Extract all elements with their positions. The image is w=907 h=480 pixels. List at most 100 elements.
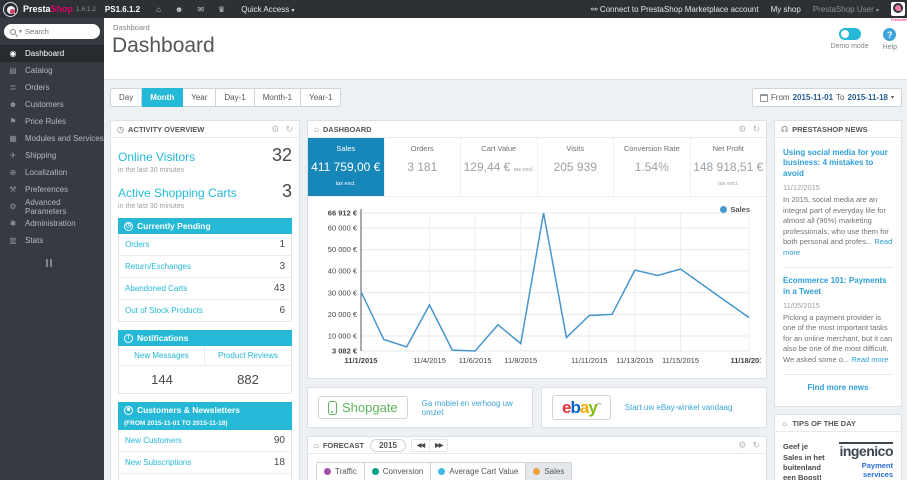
sidebar-item-preferences[interactable]: ⚒ Preferences [0, 181, 104, 198]
online-visitors-link[interactable]: Online Visitors [118, 150, 195, 164]
returns-link[interactable]: Return/Exchanges [125, 262, 191, 271]
gear-icon: ⚙ [9, 202, 17, 211]
sidebar-item-customers[interactable]: ☻ Customers [0, 96, 104, 113]
list-item: Total Subscribers1308 [119, 474, 291, 480]
svg-text:11/15/2015: 11/15/2015 [662, 356, 699, 365]
rss-icon: ☊ [781, 124, 789, 134]
sidebar-item-price-rules[interactable]: ⚑ Price Rules [0, 113, 104, 130]
sidebar-item-label: Shipping [25, 151, 57, 160]
notifications-header: ! Notifications [118, 330, 292, 346]
demo-mode-toggle[interactable] [838, 28, 861, 40]
my-shop-link[interactable]: My shop [771, 5, 801, 14]
kpi-conversion-rate[interactable]: Conversion Rate 1.54% [614, 138, 691, 196]
shopgate-logo[interactable]: Shopgate [318, 396, 408, 419]
kpi-cart-value[interactable]: Cart Value 129,44 € tax excl. [461, 138, 538, 196]
kpi-net-profit[interactable]: Net Profit 148 918,51 € tax excl. [691, 138, 767, 196]
section-title: Notifications [137, 333, 189, 343]
new-customers-link[interactable]: New Customers [125, 436, 182, 445]
sidebar-item-dashboard[interactable]: ◉ Dashboard [0, 45, 104, 62]
demo-mode-label: Demo mode [830, 43, 869, 50]
date-range-picker[interactable]: From 2015-11-01 To 2015-11-18 ▾ [751, 88, 902, 107]
quick-access-menu[interactable]: Quick Access ▾ [241, 5, 294, 14]
sidebar-item-localization[interactable]: ⊕ Localization [0, 164, 104, 181]
forecast-year[interactable]: 2015 [370, 438, 406, 452]
abandoned-carts-link[interactable]: Abandoned Carts [125, 284, 187, 293]
refresh-icon[interactable]: ↻ [752, 440, 760, 451]
user-menu[interactable]: PrestaShop User ▾ [813, 5, 879, 14]
article-title-link[interactable]: Ecommerce 101: Payments in a Tweet [783, 276, 893, 297]
range-month-button[interactable]: Month [142, 88, 184, 107]
brand-name[interactable]: PrestaShop [23, 4, 73, 14]
trophy-icon[interactable]: ♛ [218, 5, 225, 14]
help-icon[interactable]: ? [883, 28, 897, 41]
person-icon: ☻ [124, 405, 133, 415]
forecast-traffic-button[interactable]: Traffic [316, 462, 365, 480]
out-of-stock-link[interactable]: Out of Stock Products [125, 306, 203, 315]
forecast-nav: ◀◀ ▶▶ [410, 438, 449, 452]
range-year-1-button[interactable]: Year-1 [301, 88, 342, 107]
forecast-conversion-button[interactable]: Conversion [363, 462, 432, 480]
ingenico-logo-text: ingenico [839, 442, 893, 460]
phone-icon [328, 400, 337, 415]
range-day-button[interactable]: Day [110, 88, 143, 107]
marketplace-link[interactable]: ⚯ Connect to PrestaShop Marketplace acco… [591, 5, 759, 14]
ebay-letter: b [570, 398, 580, 417]
gear-icon[interactable]: ⚙ [738, 124, 746, 135]
store-icon[interactable]: ⌂ [156, 5, 161, 14]
forecast-avg-cart-button[interactable]: Average Cart Value [430, 462, 527, 480]
ingenico-logo: ingenico Payment services [831, 442, 893, 480]
sidebar-item-advanced-parameters[interactable]: ⚙ Advanced Parameters [0, 198, 104, 216]
refresh-icon[interactable]: ↻ [752, 124, 760, 135]
prestashop-logo-icon[interactable] [3, 1, 18, 17]
new-subscriptions-link[interactable]: New Subscriptions [125, 458, 191, 467]
range-month-1-button[interactable]: Month-1 [254, 88, 302, 107]
sidebar-item-stats[interactable]: ▥ Stats [0, 232, 104, 249]
sidebar-item-shipping[interactable]: ✈ Shipping [0, 147, 104, 164]
gear-icon[interactable]: ⚙ [738, 440, 746, 451]
shopgate-link[interactable]: Ga mobiel en verhoog uw omzet [422, 399, 522, 417]
traffic-dot-icon [324, 468, 331, 475]
find-more-news-link[interactable]: Find more news [783, 375, 893, 404]
forward-icon[interactable]: ▶▶ [430, 440, 447, 451]
shop-icon: ⌂ [314, 124, 319, 134]
svg-text:11/18/2015: 11/18/2015 [730, 356, 761, 365]
range-year-button[interactable]: Year [183, 88, 217, 107]
kpi-visits[interactable]: Visits 205 939 [538, 138, 614, 196]
rewind-icon[interactable]: ◀◀ [412, 439, 431, 451]
forecast-sales-button[interactable]: Sales [525, 462, 573, 480]
person-icon[interactable]: ☻ [175, 5, 183, 14]
new-messages-link[interactable]: New Messages [119, 346, 205, 366]
refresh-icon[interactable]: ↻ [285, 124, 293, 135]
sidebar-item-orders[interactable]: ≣ Orders [0, 79, 104, 96]
tip-heading: Geef je Sales in het buitenland een Boos… [783, 442, 825, 480]
sidebar-item-modules[interactable]: ▦ Modules and Services [0, 130, 104, 147]
orders-link[interactable]: Orders [125, 240, 149, 249]
chevron-down-icon: ▾ [291, 7, 295, 14]
mail-icon[interactable]: ✉ [197, 5, 204, 14]
main-area: Dashboard Dashboard Demo mode ? Help Day… [104, 18, 907, 480]
to-date: 2015-11-18 [847, 93, 888, 102]
search-input[interactable] [25, 27, 84, 36]
pending-list: Orders 1 Return/Exchanges 3 Abandoned Cart… [118, 234, 292, 322]
read-more-link[interactable]: Read more [851, 355, 888, 364]
search-scope-caret-icon[interactable]: ▾ [19, 28, 22, 35]
active-carts-link[interactable]: Active Shopping Carts [118, 186, 237, 200]
article-title-link[interactable]: Using social media for your business: 4 … [783, 148, 893, 179]
lightbulb-icon: ☼ [781, 418, 789, 428]
top-bar: PrestaShop 1.6.1.2 PS1.6.1.2 ⌂ ☻ ✉ ♛ Qui… [0, 0, 907, 22]
search-icon [10, 28, 16, 35]
product-reviews-link[interactable]: Product Reviews [205, 346, 291, 366]
sidebar-item-administration[interactable]: ✱ Administration [0, 215, 104, 232]
kpi-sales[interactable]: Sales 411 759,00 € tax excl. [308, 138, 385, 196]
sidebar-item-catalog[interactable]: ▤ Catalog [0, 62, 104, 79]
page-title: Dashboard [112, 34, 215, 57]
avatar[interactable]: PrestaShop [891, 2, 907, 22]
ebay-link[interactable]: Start uw eBay-winkel vandaag [625, 403, 733, 412]
gear-icon[interactable]: ⚙ [271, 124, 279, 135]
sidebar-search[interactable]: ▾ [4, 24, 100, 39]
ebay-logo[interactable]: ebay™ [552, 395, 611, 420]
sidebar-collapse-button[interactable] [46, 259, 104, 267]
kpi-orders[interactable]: Orders 3 181 [385, 138, 461, 196]
svg-text:3 082 €: 3 082 € [332, 347, 358, 356]
range-day-1-button[interactable]: Day-1 [216, 88, 255, 107]
